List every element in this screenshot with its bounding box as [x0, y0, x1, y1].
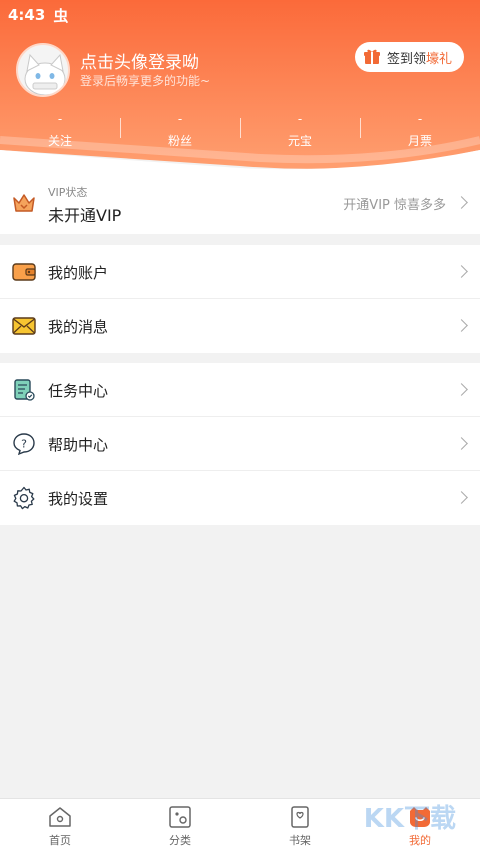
tab-label: 书架: [289, 834, 311, 847]
home-icon: [49, 807, 71, 827]
status-bar: 4:43 虫: [8, 4, 68, 26]
stat-label: 关注: [47, 134, 72, 148]
menu-item-label: 帮助中心: [48, 436, 109, 454]
stat-label: 元宝: [287, 134, 312, 148]
vip-state-label: VIP状态: [48, 186, 88, 199]
menu-group-services: 任务中心 ? 帮助中心 我的设置: [0, 363, 480, 525]
vip-promo-text: 开通VIP 惊喜多多: [343, 198, 446, 213]
stat-value: -: [297, 112, 303, 126]
stat-monthly-tickets[interactable]: - 月票: [360, 112, 480, 152]
watermark: KK下载: [363, 804, 456, 834]
tab-home[interactable]: 首页: [0, 799, 120, 853]
menu-item-label: 我的账户: [48, 264, 109, 282]
help-icon: ?: [13, 433, 35, 456]
menu-item-settings[interactable]: 我的设置: [0, 471, 480, 525]
crown-icon: [13, 194, 35, 212]
chevron-right-icon: [455, 265, 468, 278]
vip-state-value: 未开通VIP: [48, 206, 122, 225]
stat-label: 月票: [407, 134, 432, 148]
chevron-right-icon: [455, 437, 468, 450]
stat-label: 粉丝: [167, 134, 192, 148]
checkin-button[interactable]: 签到领壕礼: [354, 42, 464, 72]
chevron-right-icon: [455, 196, 468, 209]
tab-bookshelf[interactable]: 书架: [240, 799, 360, 853]
menu-group-account: 我的账户 我的消息: [0, 245, 480, 353]
login-prompt[interactable]: 点击头像登录呦: [80, 48, 199, 73]
checkin-label: 签到领: [386, 51, 426, 67]
vip-status-row[interactable]: VIP状态 未开通VIP 开通VIP 惊喜多多: [0, 172, 480, 234]
category-icon: [169, 806, 191, 828]
tab-category[interactable]: 分类: [120, 799, 240, 853]
profile-page: 4:43 虫 点击头像登录呦 登录后畅享更多的功能~ 签到领壕礼 - 关注 - …: [0, 0, 480, 853]
menu-item-label: 任务中心: [48, 382, 109, 400]
menu-item-label: 我的设置: [48, 490, 109, 508]
avatar[interactable]: [16, 43, 70, 97]
stats-row: - 关注 - 粉丝 - 元宝 - 月票: [0, 112, 480, 152]
gear-icon: [13, 486, 35, 510]
checkin-highlight: 壕礼: [425, 51, 452, 67]
status-time: 4:43: [8, 6, 46, 24]
stat-value: -: [177, 112, 183, 126]
menu-item-help[interactable]: ? 帮助中心: [0, 417, 480, 471]
login-subtitle: 登录后畅享更多的功能~: [80, 74, 211, 88]
tab-label: 分类: [169, 834, 191, 847]
envelope-icon: [12, 317, 36, 335]
task-list-icon: [14, 379, 35, 401]
app-notification-icon: 虫: [53, 6, 69, 25]
wallet-icon: [12, 263, 36, 281]
stat-value: -: [417, 112, 423, 126]
stat-following[interactable]: - 关注: [0, 112, 120, 152]
menu-item-account[interactable]: 我的账户: [0, 245, 480, 299]
menu-item-label: 我的消息: [48, 318, 109, 336]
tab-label: 首页: [49, 834, 71, 847]
stat-fans[interactable]: - 粉丝: [120, 112, 240, 152]
bookshelf-icon: [291, 806, 309, 828]
gift-icon: [363, 49, 380, 64]
stat-value: -: [57, 112, 63, 126]
chevron-right-icon: [455, 383, 468, 396]
profile-header: 4:43 虫 点击头像登录呦 登录后畅享更多的功能~ 签到领壕礼 - 关注 - …: [0, 0, 480, 172]
menu-item-messages[interactable]: 我的消息: [0, 299, 480, 353]
chevron-right-icon: [455, 491, 468, 504]
menu-item-tasks[interactable]: 任务中心: [0, 363, 480, 417]
stat-ingots[interactable]: - 元宝: [240, 112, 360, 152]
svg-text:?: ?: [21, 438, 27, 451]
chevron-right-icon: [455, 319, 468, 332]
